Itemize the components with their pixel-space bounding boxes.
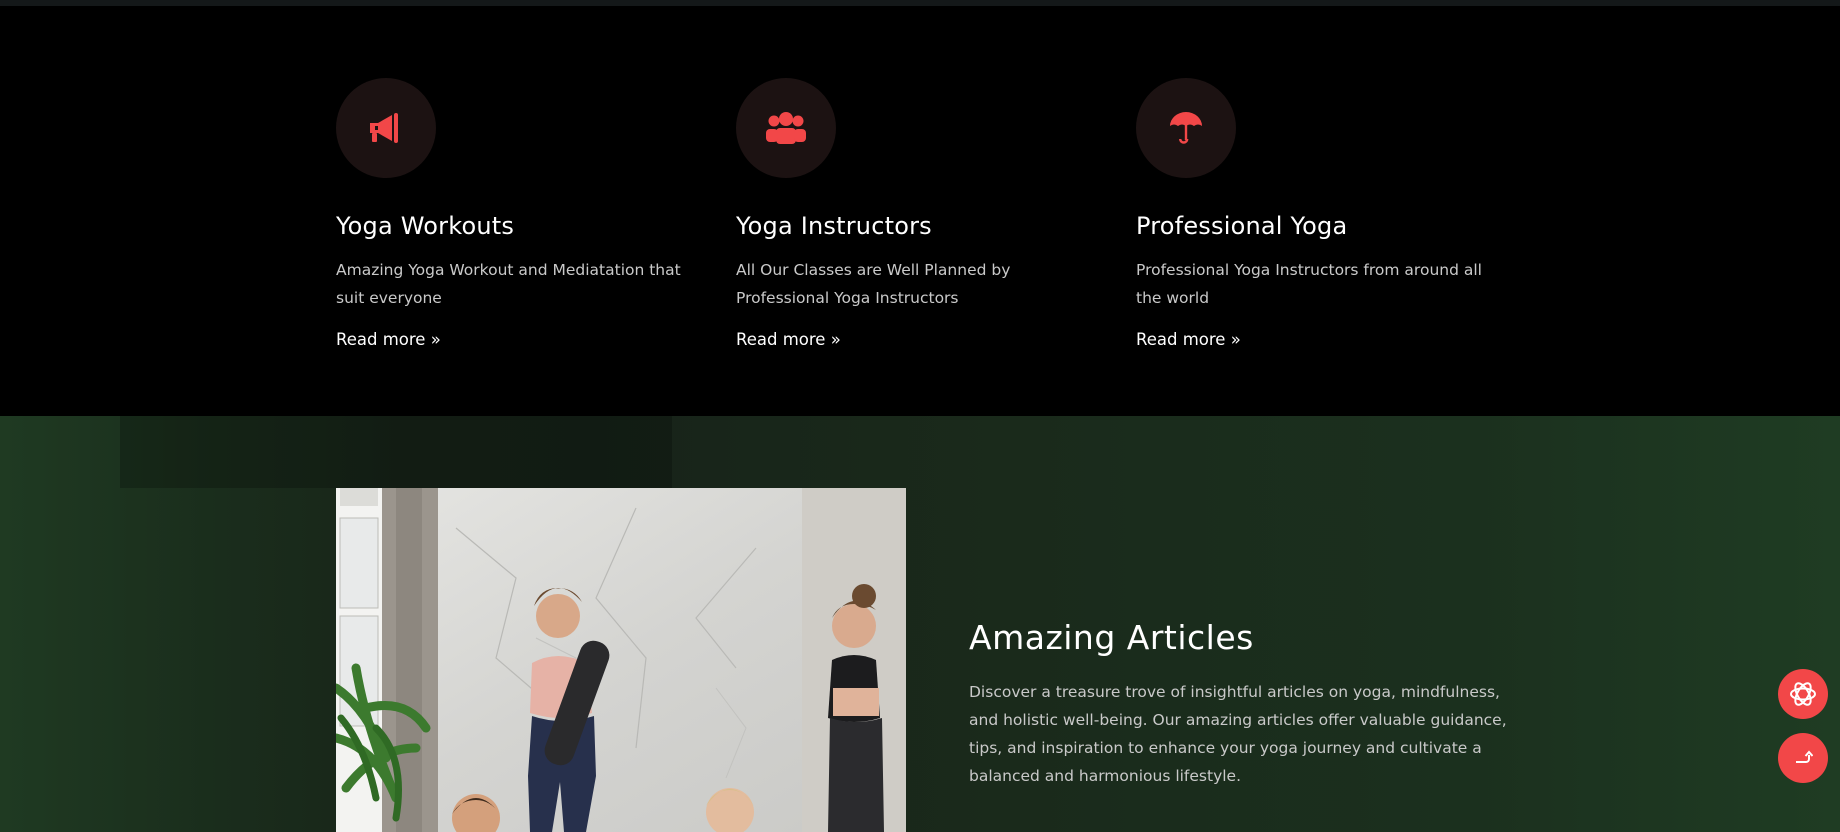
feature-icon-circle [736,78,836,178]
chat-assistant-button[interactable] [1778,669,1828,719]
feature-description: Professional Yoga Instructors from aroun… [1136,261,1482,307]
feature-professional-yoga: Professional Yoga Professional Yoga Inst… [1136,78,1506,349]
articles-title: Amazing Articles [969,618,1254,657]
umbrella-icon [1170,112,1202,144]
feature-icon-circle [1136,78,1236,178]
share-button[interactable] [1778,733,1828,783]
feature-yoga-workouts: Yoga Workouts Amazing Yoga Workout and M… [336,78,706,349]
read-more-link[interactable]: Read more » [336,330,441,349]
feature-title: Yoga Instructors [736,212,932,240]
articles-description: Discover a treasure trove of insightful … [969,683,1507,785]
openai-icon [1790,682,1816,706]
read-more-link[interactable]: Read more » [1136,330,1241,349]
articles-section: Amazing Articles Discover a treasure tro… [0,416,1840,832]
feature-yoga-instructors: Yoga Instructors All Our Classes are Wel… [736,78,1106,349]
users-icon [766,112,806,144]
read-more-link[interactable]: Read more » [736,330,841,349]
background-shade [120,416,672,488]
feature-title: Professional Yoga [1136,212,1348,240]
feature-description: Amazing Yoga Workout and Mediatation tha… [336,261,681,307]
megaphone-icon [370,113,398,143]
yoga-class-photo [336,488,906,832]
feature-title: Yoga Workouts [336,212,515,240]
feature-icon-circle [336,78,436,178]
features-section: Yoga Workouts Amazing Yoga Workout and M… [0,6,1840,416]
feature-description: All Our Classes are Well Planned by Prof… [736,261,1011,307]
share-arrow-icon [1796,750,1813,763]
